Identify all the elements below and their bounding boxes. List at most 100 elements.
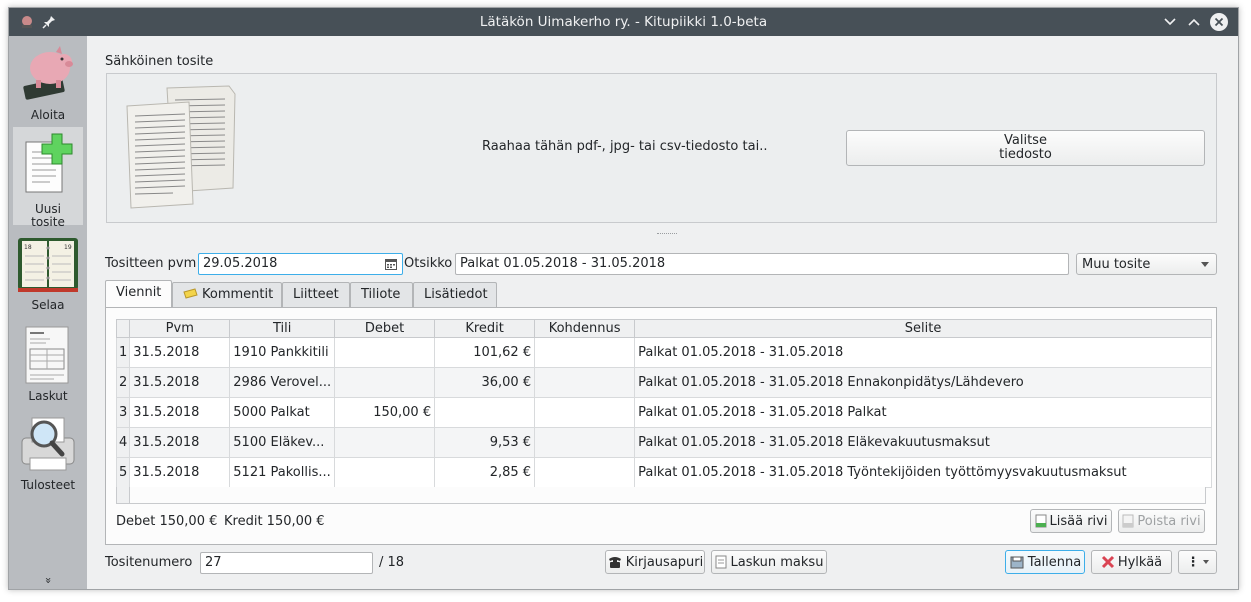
new-document-icon <box>25 133 73 193</box>
reject-button[interactable]: Hylkää <box>1091 550 1172 574</box>
documents-icon <box>126 85 236 209</box>
table-row[interactable]: 2 31.5.2018 2986 Verovel... 36,00 € Palk… <box>115 367 1213 398</box>
cell-kohdennus[interactable] <box>534 337 636 368</box>
cell-tili[interactable]: 2986 Verovel... <box>229 367 336 398</box>
phone-icon <box>608 557 621 568</box>
cell-kohdennus[interactable] <box>534 427 636 458</box>
cell-kohdennus[interactable] <box>534 397 636 428</box>
choose-file-button[interactable]: Valitse tiedosto <box>846 130 1205 166</box>
cell-tili[interactable]: 5121 Pakollis... <box>229 457 336 488</box>
column-header-kohdennus[interactable]: Kohdennus <box>534 319 636 338</box>
sidebar-item-aloita[interactable]: Aloita <box>13 40 83 126</box>
cell-selite[interactable]: Palkat 01.05.2018 - 31.05.2018 Eläkevaku… <box>634 427 1213 458</box>
tab-lisatiedot[interactable]: Lisätiedot <box>413 282 497 307</box>
main-content: Sähköinen tosite Raahaa tähän pdf-, jpg-… <box>87 36 1238 589</box>
minimize-icon[interactable] <box>1160 12 1180 32</box>
cell-pvm[interactable]: 31.5.2018 <box>129 397 231 428</box>
save-button[interactable]: Tallenna <box>1005 550 1085 574</box>
svg-text:18: 18 <box>24 244 32 251</box>
sidebar-more-icon[interactable]: » <box>9 574 87 587</box>
cell-selite[interactable]: Palkat 01.05.2018 - 31.05.2018 Palkat <box>634 397 1213 428</box>
sidebar-label: Tulosteet <box>20 478 76 492</box>
cell-tili[interactable]: 1910 Pankkitili <box>229 337 336 368</box>
title-label: Otsikko <box>404 256 453 271</box>
cell-debet[interactable]: 150,00 € <box>334 397 436 428</box>
cell-pvm[interactable]: 31.5.2018 <box>129 427 231 458</box>
attachment-drop-area[interactable]: Raahaa tähän pdf-, jpg- tai csv-tiedosto… <box>106 73 1217 223</box>
calendar-icon[interactable] <box>385 258 397 270</box>
tab-kommentit[interactable]: Kommentit <box>172 282 282 307</box>
cell-kredit[interactable]: 101,62 € <box>434 337 536 368</box>
column-header-kredit[interactable]: Kredit <box>434 319 536 338</box>
cell-pvm[interactable]: 31.5.2018 <box>129 457 231 488</box>
sidebar-item-uusi-tosite[interactable]: Uusi tosite <box>13 127 83 229</box>
cell-selite[interactable]: Palkat 01.05.2018 - 31.05.2018 <box>634 337 1213 368</box>
cell-debet[interactable] <box>334 457 436 488</box>
maximize-icon[interactable] <box>1184 12 1204 32</box>
table-row[interactable]: 4 31.5.2018 5100 Eläkev... 9,53 € Palkat… <box>115 427 1213 458</box>
tab-liitteet[interactable]: Liitteet <box>282 282 350 307</box>
app-window: Lätäkön Uimakerho ry. - Kitupiikki 1.0-b… <box>8 7 1239 590</box>
table-corner <box>115 319 131 338</box>
sidebar-item-selaa[interactable]: 18 19 Selaa <box>13 236 83 316</box>
date-field[interactable]: 29.05.2018 <box>198 253 403 275</box>
title-field[interactable]: Palkat 01.05.2018 - 31.05.2018 <box>455 253 1069 275</box>
column-header-selite[interactable]: Selite <box>634 319 1213 338</box>
row-number[interactable]: 2 <box>115 367 131 398</box>
sidebar-item-tulosteet[interactable]: Tulosteet <box>13 414 83 494</box>
row-number[interactable]: 3 <box>115 397 131 428</box>
cell-pvm[interactable]: 31.5.2018 <box>129 367 231 398</box>
cell-selite[interactable]: Palkat 01.05.2018 - 31.05.2018 Työntekij… <box>634 457 1213 488</box>
voucher-number-field[interactable]: 27 <box>200 552 373 574</box>
ledger-book-icon: 18 19 <box>18 238 78 292</box>
chevron-down-icon <box>1202 560 1209 564</box>
cell-kredit[interactable] <box>434 397 536 428</box>
cell-debet[interactable] <box>334 337 436 368</box>
cell-kohdennus[interactable] <box>534 457 636 488</box>
voucher-number-suffix: / 18 <box>379 555 405 570</box>
table-row[interactable]: 3 31.5.2018 5000 Palkat 150,00 € Palkat … <box>115 397 1213 428</box>
cell-kohdennus[interactable] <box>534 367 636 398</box>
table-row[interactable]: 1 31.5.2018 1910 Pankkitili 101,62 € Pal… <box>115 337 1213 368</box>
cell-debet[interactable] <box>334 367 436 398</box>
cell-kredit[interactable]: 36,00 € <box>434 367 536 398</box>
save-icon <box>1010 556 1024 569</box>
splitter-handle[interactable] <box>657 233 677 237</box>
cell-pvm[interactable]: 31.5.2018 <box>129 337 231 368</box>
remove-row-button[interactable]: Poista rivi <box>1118 509 1205 533</box>
sidebar-label-line2: tosite <box>31 215 65 229</box>
voucher-type-select[interactable]: Muu tosite <box>1076 253 1217 275</box>
invoice-small-icon <box>715 555 727 569</box>
table-empty-area[interactable] <box>116 487 1206 504</box>
invoice-icon <box>25 326 69 384</box>
row-number[interactable]: 5 <box>115 457 131 488</box>
title-bar: Lätäkön Uimakerho ry. - Kitupiikki 1.0-b… <box>9 8 1238 36</box>
column-header-pvm[interactable]: Pvm <box>129 319 231 338</box>
add-row-button[interactable]: Lisää rivi <box>1030 509 1112 533</box>
tab-tiliote[interactable]: Tiliote <box>350 282 413 307</box>
table-row[interactable]: 5 31.5.2018 5121 Pakollis... 2,85 € Palk… <box>115 457 1213 488</box>
more-menu-button[interactable]: ⋮ <box>1178 550 1217 574</box>
close-icon[interactable] <box>1210 13 1228 31</box>
cell-tili[interactable]: 5000 Palkat <box>229 397 336 428</box>
remove-row-icon <box>1122 514 1134 528</box>
piggy-bank-icon <box>23 46 73 100</box>
note-icon <box>183 288 198 299</box>
cell-tili[interactable]: 5100 Eläkev... <box>229 427 336 458</box>
cell-selite[interactable]: Palkat 01.05.2018 - 31.05.2018 Ennakonpi… <box>634 367 1213 398</box>
cell-kredit[interactable]: 2,85 € <box>434 457 536 488</box>
window-title: Lätäkön Uimakerho ry. - Kitupiikki 1.0-b… <box>479 14 768 30</box>
row-number[interactable]: 4 <box>115 427 131 458</box>
entries-panel: Pvm Tili Debet Kredit Kohdennus Selite 1… <box>105 307 1217 545</box>
voucher-number-label: Tositenumero <box>105 555 193 570</box>
laskun-maksu-button[interactable]: Laskun maksu <box>711 550 827 574</box>
tab-viennit[interactable]: Viennit <box>105 280 172 308</box>
column-header-debet[interactable]: Debet <box>334 319 436 338</box>
svg-text:19: 19 <box>64 244 72 251</box>
cell-debet[interactable] <box>334 427 436 458</box>
kirjausapuri-button[interactable]: Kirjausapuri <box>605 550 705 574</box>
cell-kredit[interactable]: 9,53 € <box>434 427 536 458</box>
column-header-tili[interactable]: Tili <box>229 319 336 338</box>
sidebar-item-laskut[interactable]: Laskut <box>13 325 83 405</box>
row-number[interactable]: 1 <box>115 337 131 368</box>
